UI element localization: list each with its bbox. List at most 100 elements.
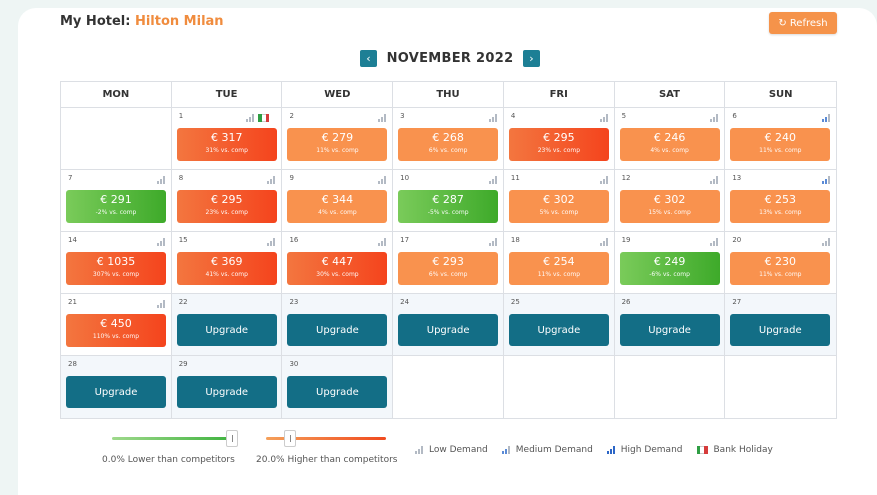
low-demand-icon: [415, 446, 423, 454]
day-cell[interactable]: 1 € 317 31% vs. comp: [171, 108, 283, 170]
day-number: 21: [68, 298, 77, 306]
day-cell[interactable]: 17 € 293 6% vs. comp: [393, 232, 504, 294]
day-cell[interactable]: 25 Upgrade: [503, 294, 615, 356]
price-box[interactable]: € 302 15% vs. comp: [619, 190, 720, 223]
day-cell[interactable]: 12 € 302 15% vs. comp: [614, 170, 726, 232]
day-cell[interactable]: 29 Upgrade: [171, 356, 283, 418]
price-value: € 317: [210, 131, 243, 144]
price-box[interactable]: € 450 110% vs. comp: [66, 314, 166, 347]
day-cell[interactable]: 22 Upgrade: [171, 294, 283, 356]
price-box[interactable]: € 1035 307% vs. comp: [66, 252, 166, 285]
calendar-week: 28 Upgrade 29 Upgrade 30 Upgrade: [61, 356, 837, 418]
low-demand-icon: [378, 176, 387, 184]
price-box[interactable]: € 302 5% vs. comp: [508, 190, 609, 223]
price-box[interactable]: € 249 -6% vs. comp: [619, 252, 720, 285]
upgrade-button[interactable]: Upgrade: [287, 376, 388, 408]
upgrade-button[interactable]: Upgrade: [176, 314, 277, 346]
day-cell[interactable]: 21 € 450 110% vs. comp: [61, 294, 172, 356]
weekday-header: MON TUE WED THU FRI SAT SUN: [61, 82, 837, 108]
day-cell[interactable]: 7 € 291 -2% vs. comp: [61, 170, 172, 232]
day-cell[interactable]: 30 Upgrade: [282, 356, 394, 418]
slider-handle[interactable]: [226, 430, 238, 447]
day-cell[interactable]: 28 Upgrade: [61, 356, 172, 418]
day-cell[interactable]: 11 € 302 5% vs. comp: [503, 170, 615, 232]
competitor-comparison: 4% vs. comp: [318, 209, 357, 216]
price-value: € 295: [210, 193, 243, 206]
day-number: 13: [732, 174, 742, 182]
price-box[interactable]: € 344 4% vs. comp: [287, 190, 388, 223]
day-number: 20: [732, 236, 742, 244]
price-value: € 246: [653, 131, 686, 144]
day-cell[interactable]: 26 Upgrade: [614, 294, 726, 356]
day-cell[interactable]: 15 € 369 41% vs. comp: [171, 232, 283, 294]
competitor-comparison: 11% vs. comp: [537, 271, 581, 278]
price-value: € 295: [543, 131, 575, 144]
month-title: NOVEMBER 2022: [386, 50, 514, 66]
upgrade-button[interactable]: Upgrade: [66, 376, 166, 408]
price-box[interactable]: € 230 11% vs. comp: [730, 252, 831, 285]
day-cell[interactable]: 20 € 230 11% vs. comp: [725, 232, 837, 294]
price-box[interactable]: € 279 11% vs. comp: [287, 128, 388, 161]
price-box[interactable]: € 268 6% vs. comp: [398, 128, 499, 161]
price-box[interactable]: € 293 6% vs. comp: [398, 252, 499, 285]
day-cell[interactable]: 3 € 268 6% vs. comp: [393, 108, 504, 170]
day-cell[interactable]: 10 € 287 -5% vs. comp: [393, 170, 504, 232]
upgrade-button[interactable]: Upgrade: [287, 314, 388, 346]
upgrade-button[interactable]: Upgrade: [508, 314, 609, 346]
day-cell[interactable]: 4 € 295 23% vs. comp: [503, 108, 615, 170]
italian-flag-icon: [696, 446, 708, 454]
low-demand-icon: [156, 238, 165, 246]
price-box[interactable]: € 253 13% vs. comp: [730, 190, 831, 223]
low-demand-icon: [710, 114, 719, 122]
low-demand-icon: [378, 114, 387, 122]
lower-threshold-caption: 0.0% Lower than competitors: [102, 455, 235, 465]
price-calendar: MON TUE WED THU FRI SAT SUN 1 € 317 31% vs. comp…: [60, 81, 837, 419]
upgrade-button[interactable]: Upgrade: [619, 314, 720, 346]
next-month-button[interactable]: ›: [523, 49, 540, 67]
day-cell[interactable]: 8 € 295 23% vs. comp: [171, 170, 283, 232]
price-box[interactable]: € 369 41% vs. comp: [176, 252, 277, 285]
price-box[interactable]: € 240 11% vs. comp: [730, 128, 831, 161]
day-cell[interactable]: 18 € 254 11% vs. comp: [503, 232, 615, 294]
low-demand-icon: [267, 238, 276, 246]
empty-day-cell: [393, 356, 504, 418]
day-cell[interactable]: 16 € 447 30% vs. comp: [282, 232, 394, 294]
day-cell[interactable]: 9 € 344 4% vs. comp: [282, 170, 394, 232]
day-cell[interactable]: 27 Upgrade: [725, 294, 837, 356]
price-box[interactable]: € 254 11% vs. comp: [508, 252, 609, 285]
day-number: 8: [178, 174, 184, 182]
price-value: € 240: [764, 131, 797, 144]
prev-month-button[interactable]: ‹: [360, 49, 377, 67]
low-demand-icon: [156, 300, 165, 308]
legend-bank-holiday: Bank Holiday: [696, 445, 773, 455]
price-value: € 447: [321, 255, 354, 268]
upgrade-button[interactable]: Upgrade: [398, 314, 499, 346]
day-cell[interactable]: 2 € 279 11% vs. comp: [282, 108, 394, 170]
price-box[interactable]: € 287 -5% vs. comp: [398, 190, 499, 223]
day-cell[interactable]: 13 € 253 13% vs. comp: [725, 170, 837, 232]
day-number: 3: [400, 112, 405, 120]
day-cell[interactable]: 23 Upgrade: [282, 294, 394, 356]
price-box[interactable]: € 317 31% vs. comp: [176, 128, 277, 161]
slider-handle[interactable]: [284, 430, 296, 447]
upgrade-button[interactable]: Upgrade: [176, 376, 277, 408]
price-box[interactable]: € 447 30% vs. comp: [287, 252, 388, 285]
day-cell[interactable]: 14 € 1035 307% vs. comp: [61, 232, 172, 294]
weekday-tue: TUE: [171, 82, 283, 108]
price-box[interactable]: € 246 4% vs. comp: [619, 128, 720, 161]
price-box[interactable]: € 295 23% vs. comp: [176, 190, 277, 223]
price-box[interactable]: € 291 -2% vs. comp: [66, 190, 166, 223]
day-number: 23: [289, 298, 299, 306]
competitor-comparison: 11% vs. comp: [316, 147, 359, 154]
price-box[interactable]: € 295 23% vs. comp: [508, 128, 609, 161]
day-cell[interactable]: 5 € 246 4% vs. comp: [614, 108, 726, 170]
competitor-comparison: 23% vs. comp: [537, 147, 581, 154]
refresh-button[interactable]: ↻ Refresh: [769, 12, 837, 34]
competitor-comparison: 31% vs. comp: [205, 147, 248, 154]
day-cell[interactable]: 19 € 249 -6% vs. comp: [614, 232, 726, 294]
day-number: 15: [178, 236, 188, 244]
price-value: € 279: [321, 131, 354, 144]
upgrade-button[interactable]: Upgrade: [730, 314, 831, 346]
day-cell[interactable]: 6 € 240 11% vs. comp: [725, 108, 837, 170]
day-cell[interactable]: 24 Upgrade: [393, 294, 504, 356]
